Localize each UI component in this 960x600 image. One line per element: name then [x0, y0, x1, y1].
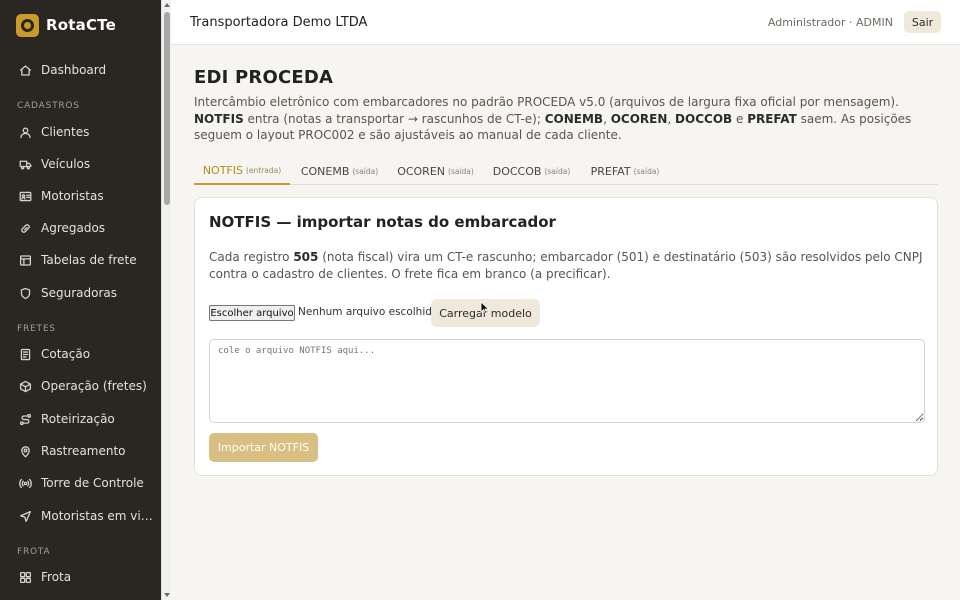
link-icon: [19, 222, 32, 235]
sidebar-item-roteirizacao[interactable]: Roteirização: [0, 407, 161, 431]
import-notfis-button[interactable]: Importar NOTFIS: [209, 433, 318, 462]
tab-ocoren[interactable]: OCOREN (saída): [394, 158, 477, 185]
sidebar-item-tabelas-de-frete[interactable]: Tabelas de frete: [0, 248, 161, 272]
box-icon: [19, 380, 32, 393]
sidebar-item-label: Dashboard: [41, 63, 107, 77]
sidebar-item-label: Roteirização: [41, 412, 115, 426]
sidebar-item-label: Tabelas de frete: [41, 253, 137, 267]
company-name: Transportadora Demo LTDA: [190, 15, 368, 30]
sidebar-item-veiculos[interactable]: Veículos: [0, 152, 161, 176]
sidebar-item-label: Veículos: [41, 157, 91, 171]
document-icon: [19, 348, 32, 361]
file-status: Nenhum arquivo escolhido: [298, 306, 439, 318]
route-icon: [19, 413, 32, 426]
sidebar-item-seguradoras[interactable]: Seguradoras: [0, 281, 161, 305]
sidebar-item-label: Motoristas: [41, 189, 104, 203]
sidebar-item-label: Rastreamento: [41, 444, 126, 458]
card-title: NOTFIS — importar notas do embarcador: [209, 213, 556, 231]
sidebar-item-label: Operação (fretes): [41, 379, 147, 393]
brand-name: RotaCTe: [46, 16, 116, 34]
sidebar-item-label: Agregados: [41, 221, 106, 235]
notfis-textarea[interactable]: [209, 339, 925, 423]
section-label-frota: FROTA: [17, 547, 51, 557]
notfis-import-card: NOTFIS — importar notas do embarcador Ca…: [194, 197, 938, 476]
user-info: Administrador · ADMIN: [767, 16, 893, 29]
section-label-fretes: FRETES: [17, 324, 56, 334]
card-description: Cada registro 505 (nota fiscal) vira um …: [209, 250, 923, 281]
sidebar-item-motoristas-em-viagem[interactable]: Motoristas em viag...: [0, 504, 161, 528]
sidebar-item-label: Cotação: [41, 347, 91, 361]
broadcast-icon: [19, 477, 32, 490]
table-icon: [19, 254, 32, 267]
tab-doccob[interactable]: DOCCOB (saída): [490, 158, 573, 185]
logout-button[interactable]: Sair: [904, 11, 941, 33]
sidebar-item-label: Motoristas em viag...: [41, 509, 153, 523]
sidebar-item-torre-de-controle[interactable]: Torre de Controle: [0, 471, 161, 495]
tab-notfis[interactable]: NOTFIS (entrada): [194, 158, 290, 185]
shield-icon: [19, 287, 32, 300]
page-title: EDI PROCEDA: [194, 67, 334, 88]
scroll-up-icon[interactable]: [164, 3, 170, 7]
sidebar-item-motoristas[interactable]: Motoristas: [0, 184, 161, 208]
sidebar-item-cotacao[interactable]: Cotação: [0, 342, 161, 366]
sidebar-item-frota[interactable]: Frota: [0, 565, 161, 589]
sidebar-item-operacao[interactable]: Operação (fretes): [0, 374, 161, 398]
user-icon: [19, 126, 32, 139]
sidebar-item-label: Torre de Controle: [41, 476, 144, 490]
tab-prefat[interactable]: PREFAT (saída): [586, 158, 664, 185]
sidebar-item-clientes[interactable]: Clientes: [0, 120, 161, 144]
scroll-thumb[interactable]: [164, 12, 170, 205]
home-icon: [19, 64, 32, 77]
topbar: Transportadora Demo LTDA Administrador ·…: [171, 0, 960, 45]
sidebar-item-agregados[interactable]: Agregados: [0, 216, 161, 240]
sidebar-item-rastreamento[interactable]: Rastreamento: [0, 439, 161, 463]
sidebar-item-label: Seguradoras: [41, 286, 118, 300]
truck-icon: [19, 158, 32, 171]
section-label-cadastros: CADASTROS: [17, 101, 80, 111]
grid-icon: [19, 571, 32, 584]
sidebar-item-label: Clientes: [41, 125, 90, 139]
id-card-icon: [19, 190, 32, 203]
edi-tabs: NOTFIS (entrada) CONEMB (saída) OCOREN (saí…: [194, 158, 938, 185]
sidebar-item-label: Frota: [41, 570, 72, 584]
sidebar-item-dashboard[interactable]: Dashboard: [0, 58, 161, 82]
sidebar: RotaCTe Dashboard CADASTROS Clientes Veí…: [0, 0, 161, 600]
brand-logo-icon: [16, 13, 39, 37]
choose-file-button[interactable]: Escolher arquivo: [209, 305, 295, 321]
tab-conemb[interactable]: CONEMB (saída): [298, 158, 381, 185]
brand[interactable]: RotaCTe: [0, 0, 161, 50]
page-description: Intercâmbio eletrônico com embarcadores …: [194, 95, 912, 142]
scroll-down-icon[interactable]: [164, 593, 170, 597]
mouse-cursor-icon: [480, 301, 490, 315]
sidebar-scrollbar[interactable]: [161, 0, 171, 600]
map-pin-icon: [19, 445, 32, 458]
navigation-icon: [19, 510, 32, 523]
resize-grip-icon[interactable]: [915, 413, 923, 421]
